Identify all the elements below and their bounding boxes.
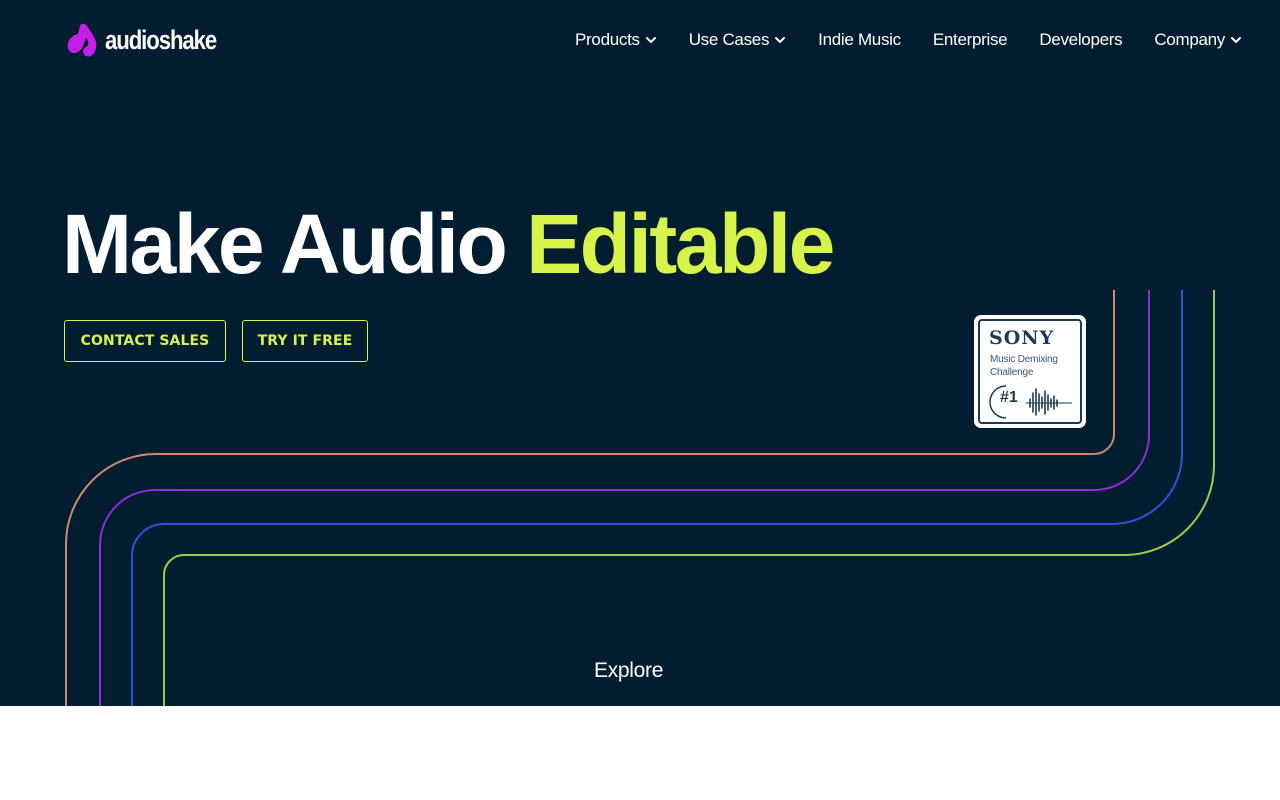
nav-item-indie-music[interactable]: Indie Music bbox=[818, 30, 901, 50]
nav-item-company[interactable]: Company bbox=[1154, 30, 1242, 50]
hero-title-accent: Editable bbox=[526, 197, 835, 291]
badge-rank: #1 bbox=[1000, 389, 1018, 406]
try-it-free-button[interactable]: TRY IT FREE bbox=[242, 320, 368, 362]
main-nav: Products Use Cases Indie Music Enterpris… bbox=[575, 28, 1242, 52]
nav-label: Products bbox=[575, 30, 640, 49]
contact-sales-button[interactable]: CONTACT SALES bbox=[64, 320, 226, 362]
nav-item-use-cases[interactable]: Use Cases bbox=[689, 30, 786, 50]
badge-line-2: Challenge bbox=[990, 367, 1034, 378]
nav-item-developers[interactable]: Developers bbox=[1039, 30, 1122, 50]
brand-logo[interactable]: audioshake bbox=[64, 22, 241, 58]
audioshake-logo-icon bbox=[67, 23, 97, 57]
nav-item-enterprise[interactable]: Enterprise bbox=[932, 30, 1008, 50]
nav-label: Enterprise bbox=[932, 30, 1008, 49]
badge-subtitle: Music Demixing Challenge bbox=[990, 353, 1082, 379]
hero-section: audioshake Products Use Cases Indie Musi… bbox=[0, 0, 1280, 706]
hero-title-main: Make Audio bbox=[62, 197, 527, 291]
chevron-down-icon bbox=[775, 37, 786, 43]
nav-label: Indie Music bbox=[818, 30, 901, 49]
nav-label: Use Cases bbox=[688, 30, 770, 49]
chevron-down-icon bbox=[1231, 37, 1241, 43]
badge-frame: SONY Music Demixing Challenge #1 bbox=[978, 319, 1082, 424]
chevron-down-icon bbox=[645, 37, 656, 43]
badge-line-1: Music Demixing bbox=[990, 354, 1058, 365]
waveform-icon bbox=[1026, 388, 1072, 416]
nav-label: Developers bbox=[1039, 30, 1123, 49]
nav-item-products[interactable]: Products bbox=[575, 30, 657, 50]
nav-label: Company bbox=[1154, 30, 1225, 49]
sony-challenge-badge: SONY Music Demixing Challenge #1 bbox=[974, 315, 1086, 428]
explore-link[interactable]: Explore bbox=[594, 659, 663, 683]
badge-brand: SONY bbox=[989, 327, 1055, 349]
brand-name: audioshake bbox=[105, 25, 217, 55]
hero-title: Make Audio Editable bbox=[62, 196, 835, 292]
site-header: audioshake Products Use Cases Indie Musi… bbox=[0, 0, 1280, 80]
